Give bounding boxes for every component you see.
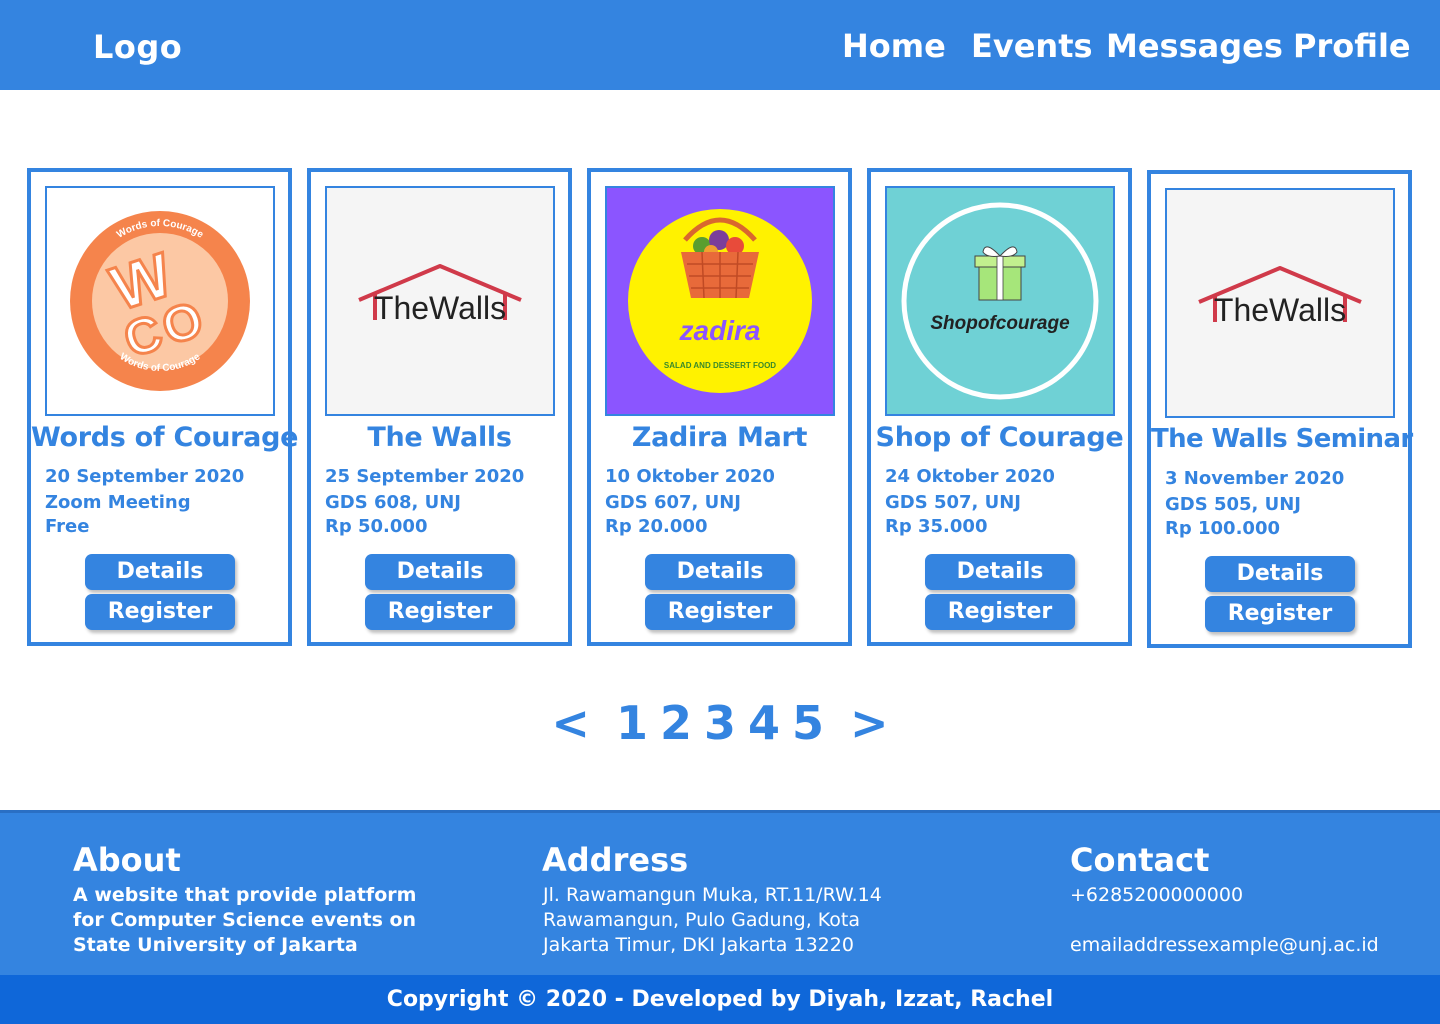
- footer-about-line: A website that provide platform: [73, 884, 417, 906]
- nav-profile[interactable]: Profile: [1293, 27, 1411, 65]
- event-card: Shopofcourage Shop of Courage 24 Oktober…: [867, 168, 1132, 646]
- footer-contact-phone[interactable]: +6285200000000: [1070, 883, 1243, 908]
- event-date: 20 September 2020: [45, 466, 245, 487]
- event-price: Free: [45, 516, 90, 537]
- event-location: GDS 607, UNJ: [605, 492, 742, 513]
- details-button[interactable]: Details: [1205, 556, 1355, 592]
- event-card: TheWalls The Walls Seminar 3 November 20…: [1147, 170, 1413, 648]
- event-location: GDS 608, UNJ: [325, 492, 462, 513]
- footer-about-line: for Computer Science events on: [73, 909, 417, 931]
- event-image-zadira-mart[interactable]: zadira SALAD AND DESSERT FOOD: [605, 186, 835, 416]
- pagination-page-4[interactable]: 4: [748, 696, 780, 750]
- footer: About A website that provide platform fo…: [0, 810, 1440, 975]
- footer-contact-email[interactable]: emailaddressexample@unj.ac.id: [1070, 933, 1379, 958]
- pagination-prev-button[interactable]: <: [551, 696, 590, 750]
- footer-address-line: Jakarta Timur, DKI Jakarta 13220: [543, 934, 854, 956]
- pagination: <1 2 3 4 5 >: [0, 696, 1440, 750]
- register-button[interactable]: Register: [1205, 596, 1355, 632]
- event-date: 24 Oktober 2020: [885, 466, 1055, 487]
- event-location: GDS 507, UNJ: [885, 492, 1022, 513]
- event-price: Rp 35.000: [885, 516, 988, 537]
- event-date: 3 November 2020: [1165, 468, 1345, 489]
- pagination-next-button[interactable]: >: [850, 696, 889, 750]
- register-button[interactable]: Register: [365, 594, 515, 630]
- copyright-bar: Copyright © 2020 - Developed by Diyah, I…: [0, 975, 1440, 1024]
- nav-messages[interactable]: Messages: [1106, 27, 1283, 65]
- footer-contact-title: Contact: [1070, 841, 1210, 879]
- register-button[interactable]: Register: [645, 594, 795, 630]
- event-price: Rp 20.000: [605, 516, 708, 537]
- details-button[interactable]: Details: [645, 554, 795, 590]
- event-location: Zoom Meeting: [45, 492, 191, 513]
- event-image-the-walls-seminar[interactable]: TheWalls: [1165, 188, 1395, 418]
- event-image-the-walls[interactable]: TheWalls: [325, 186, 555, 416]
- event-title[interactable]: The Walls: [311, 422, 568, 453]
- footer-about-line: State University of Jakarta: [73, 934, 358, 956]
- pagination-page-1[interactable]: 1: [616, 696, 648, 750]
- event-date: 10 Oktober 2020: [605, 466, 775, 487]
- event-price: Rp 50.000: [325, 516, 428, 537]
- footer-about-title: About: [73, 841, 181, 879]
- footer-address-title: Address: [542, 841, 689, 879]
- event-card: Words of Courage Words of Courage W C O …: [27, 168, 298, 646]
- zadira-logo-subtext: SALAD AND DESSERT FOOD: [664, 361, 776, 370]
- top-navbar: Logo Home Events Messages Profile: [0, 0, 1440, 90]
- pagination-page-3[interactable]: 3: [704, 696, 736, 750]
- event-title[interactable]: Words of Courage: [31, 422, 298, 453]
- nav-events[interactable]: Events: [971, 27, 1093, 65]
- event-card: zadira SALAD AND DESSERT FOOD Zadira Mar…: [587, 168, 852, 646]
- thewalls-logo-text: TheWalls: [374, 290, 506, 326]
- footer-address-line: Jl. Rawamangun Muka, RT.11/RW.14: [543, 884, 882, 906]
- event-title[interactable]: Shop of Courage: [871, 422, 1128, 453]
- shop-logo-text: Shopofcourage: [930, 313, 1070, 334]
- event-title[interactable]: The Walls Seminar: [1151, 424, 1413, 454]
- register-button[interactable]: Register: [85, 594, 235, 630]
- event-card: TheWalls The Walls 25 September 2020 GDS…: [307, 168, 572, 646]
- register-button[interactable]: Register: [925, 594, 1075, 630]
- thewalls-logo-text: TheWalls: [1214, 292, 1346, 328]
- event-date: 25 September 2020: [325, 466, 525, 487]
- footer-address-line: Rawamangun, Pulo Gadung, Kota: [543, 909, 861, 931]
- event-location: GDS 505, UNJ: [1165, 494, 1302, 515]
- pagination-page-2[interactable]: 2: [660, 696, 692, 750]
- event-price: Rp 100.000: [1165, 518, 1280, 539]
- event-image-words-of-courage[interactable]: Words of Courage Words of Courage W C O: [45, 186, 275, 416]
- nav-home[interactable]: Home: [842, 27, 946, 65]
- site-logo[interactable]: Logo: [93, 28, 182, 66]
- zadira-logo-text: zadira: [679, 315, 761, 346]
- details-button[interactable]: Details: [85, 554, 235, 590]
- pagination-page-5[interactable]: 5: [792, 696, 824, 750]
- details-button[interactable]: Details: [365, 554, 515, 590]
- event-title[interactable]: Zadira Mart: [591, 422, 848, 453]
- event-image-shop-of-courage[interactable]: Shopofcourage: [885, 186, 1115, 416]
- details-button[interactable]: Details: [925, 554, 1075, 590]
